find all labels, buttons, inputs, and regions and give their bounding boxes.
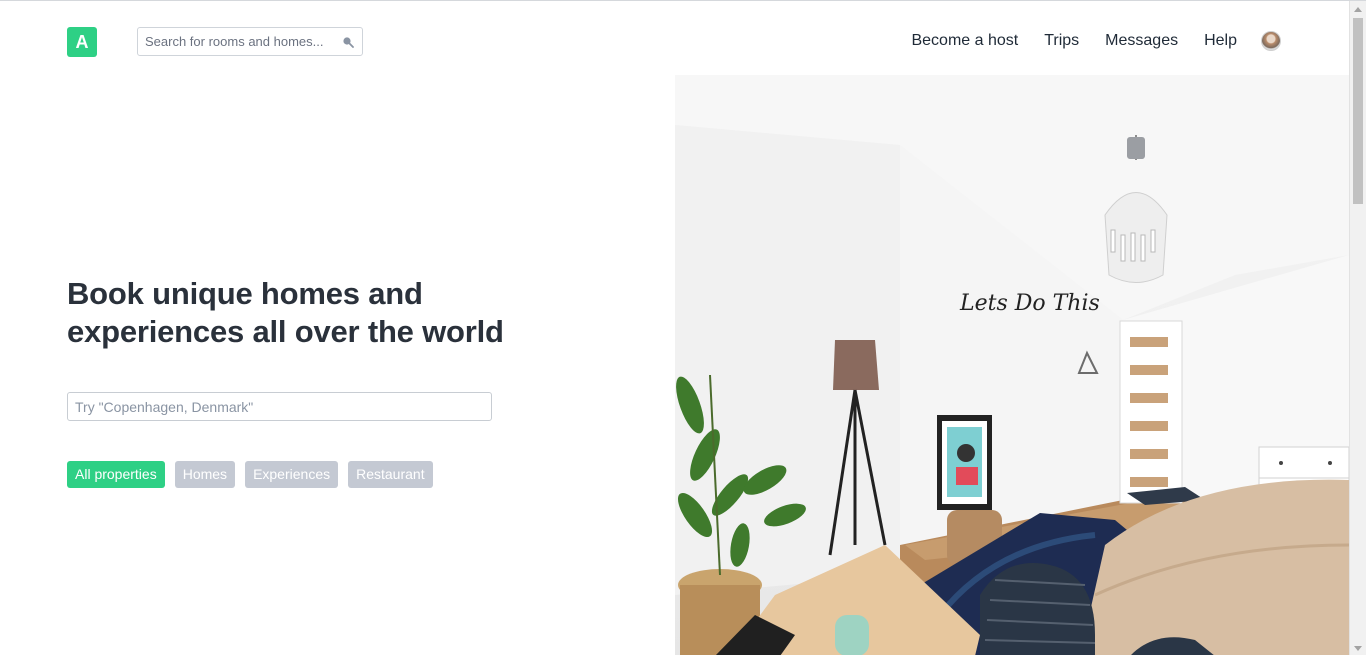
scroll-down-arrow-icon[interactable]: [1354, 646, 1362, 651]
scroll-up-arrow-icon[interactable]: [1354, 7, 1362, 12]
avatar[interactable]: [1261, 31, 1281, 51]
page: A Become a host Trips Messages Help Book…: [0, 0, 1366, 655]
nav-help[interactable]: Help: [1204, 31, 1237, 51]
hero-room-image: Lets Do This: [675, 75, 1349, 655]
destination-search-input[interactable]: [67, 392, 492, 421]
scroll-thumb[interactable]: [1353, 18, 1363, 204]
filter-all-properties[interactable]: All properties: [67, 461, 165, 488]
nav-messages[interactable]: Messages: [1105, 31, 1178, 51]
filter-experiences[interactable]: Experiences: [245, 461, 339, 488]
search-icon[interactable]: [342, 36, 354, 48]
top-nav: Become a host Trips Messages Help: [911, 31, 1281, 51]
filter-homes[interactable]: Homes: [174, 461, 236, 488]
page-scrollbar[interactable]: [1349, 1, 1366, 655]
hero-title: Book unique homes and experiences all ov…: [67, 276, 504, 349]
header-search-input[interactable]: [138, 28, 336, 55]
wall-lettering: Lets Do This: [959, 291, 1100, 316]
property-filters: All properties Homes Experiences Restaur…: [67, 461, 443, 488]
logo[interactable]: A: [67, 27, 97, 57]
filter-restaurant[interactable]: Restaurant: [348, 461, 433, 488]
room-illustration: Lets Do This: [675, 75, 1349, 655]
header-search: [137, 27, 363, 56]
nav-become-a-host[interactable]: Become a host: [911, 31, 1018, 51]
nav-trips[interactable]: Trips: [1044, 31, 1079, 51]
